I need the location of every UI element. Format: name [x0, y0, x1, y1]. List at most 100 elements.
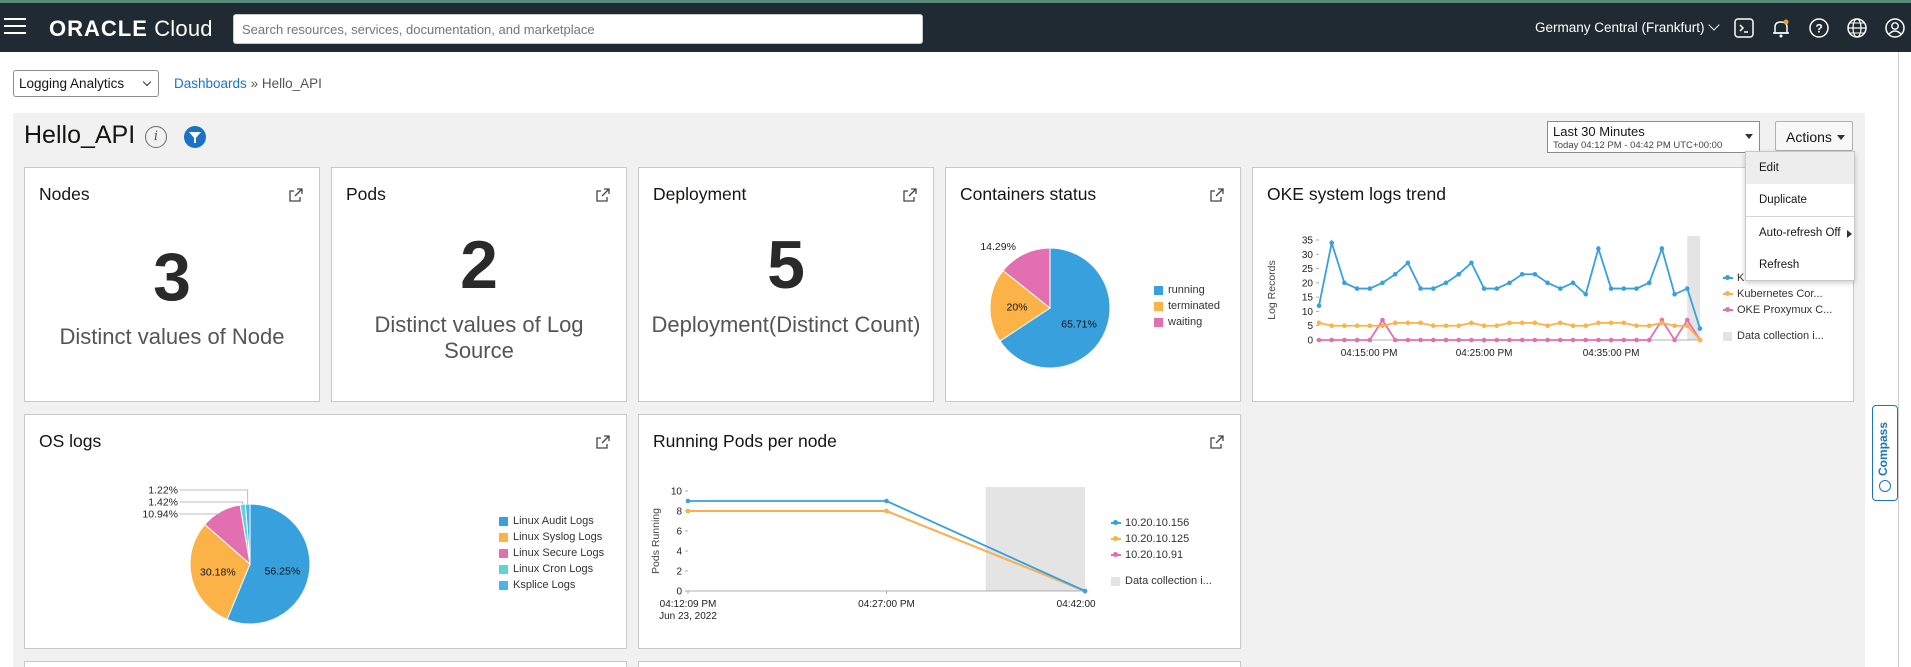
data-point-kubernetes-cor — [1583, 323, 1588, 329]
legend-swatch — [1154, 302, 1163, 311]
menu-item-edit[interactable]: Edit — [1746, 152, 1854, 184]
legend-item-10-20-10-91[interactable]: 10.20.10.91 — [1111, 547, 1212, 563]
legend-label: OKE Proxymux C... — [1737, 304, 1833, 316]
series-line-k — [1318, 239, 1701, 329]
legend-item-10-20-10-156[interactable]: 10.20.10.156 — [1111, 515, 1212, 531]
legend-item-10-20-10-125[interactable]: 10.20.10.125 — [1111, 531, 1212, 547]
popout-icon[interactable] — [596, 435, 610, 449]
cloud-shell-icon[interactable] — [1733, 17, 1755, 39]
legend-item-linux-secure-logs[interactable]: Linux Secure Logs — [499, 545, 604, 561]
y-axis-label: Log Records — [1266, 260, 1278, 320]
menu-item-duplicate[interactable]: Duplicate — [1746, 184, 1854, 216]
service-selector[interactable]: Logging Analytics — [13, 70, 159, 97]
dashboard-title: Hello_API — [24, 121, 136, 149]
widget-title: Nodes — [39, 184, 90, 204]
y-tick-label: 35 — [1302, 236, 1314, 247]
chevron-down-icon — [1707, 19, 1720, 31]
popout-icon[interactable] — [1210, 188, 1224, 202]
legend-item-linux-audit-logs[interactable]: Linux Audit Logs — [499, 513, 604, 529]
pie-value-label: 65.71% — [1061, 319, 1097, 331]
data-point-k — [1558, 286, 1563, 291]
data-point-kubernetes-cor — [1697, 337, 1703, 343]
y-tick-label: 2 — [676, 567, 682, 578]
data-point-kubernetes-cor — [1558, 320, 1563, 326]
widget-pods: Pods 2 Distinct values of Log Source — [331, 167, 627, 402]
data-point-k — [1519, 271, 1525, 277]
data-point-kubernetes-cor — [1672, 323, 1677, 329]
hamburger-menu-icon[interactable] — [4, 18, 26, 36]
legend-swatch — [1723, 307, 1733, 312]
caret-down-icon — [1745, 134, 1753, 139]
data-point-oke-proxymux-c — [1672, 337, 1677, 343]
widget-title: Pods — [346, 184, 386, 204]
oracle-cloud-logo[interactable]: ORACLE Cloud — [49, 16, 213, 42]
data-point-k — [1532, 271, 1538, 277]
data-point-k — [1418, 286, 1423, 291]
legend-label: Data collection i... — [1737, 330, 1824, 342]
global-search-input[interactable] — [233, 14, 923, 44]
pie-value-label: 14.29% — [980, 241, 1016, 253]
legend-swatch — [1723, 275, 1733, 280]
data-point-kubernetes-cor — [1431, 323, 1436, 329]
x-tick-label: 04:25:00 PM — [1456, 348, 1513, 358]
popout-icon[interactable] — [903, 188, 917, 202]
compass-panel-toggle[interactable]: Compass — [1872, 405, 1898, 501]
popout-icon[interactable] — [596, 188, 610, 202]
region-selector[interactable]: Germany Central (Frankfurt) — [1535, 19, 1720, 35]
data-point-kubernetes-cor — [1380, 323, 1385, 329]
data-point-k — [1697, 326, 1703, 331]
data-point-oke-proxymux-c — [1316, 337, 1322, 343]
legend-swatch — [1111, 536, 1121, 541]
metric-caption: Deployment(Distinct Count) — [651, 312, 921, 337]
y-tick-label: 0 — [676, 587, 682, 598]
os-logs-pie-chart: 56.25% 30.18% 10.94%1.42%1.22% — [142, 485, 311, 625]
help-icon[interactable]: ? — [1808, 17, 1830, 39]
data-point-oke-proxymux-c — [1621, 337, 1627, 343]
top-navigation-bar: ORACLE Cloud Germany Central (Frankfurt)… — [0, 0, 1911, 52]
filter-icon[interactable] — [184, 126, 206, 148]
legend-swatch — [1111, 577, 1120, 586]
legend-item-waiting[interactable]: waiting — [1154, 314, 1220, 330]
user-profile-icon[interactable] — [1884, 17, 1906, 39]
actions-button[interactable]: Actions — [1775, 121, 1853, 151]
legend-item-ksplice-logs[interactable]: Ksplice Logs — [499, 577, 604, 593]
x-tick-label: 04:15:00 PM — [1341, 348, 1398, 358]
time-range-selector[interactable]: Last 30 Minutes Today 04:12 PM - 04:42 P… — [1547, 121, 1760, 153]
info-icon[interactable]: i — [145, 126, 167, 148]
menu-item-refresh[interactable]: Refresh — [1746, 249, 1854, 281]
data-point-k — [1380, 280, 1385, 286]
popout-icon[interactable] — [289, 188, 303, 202]
legend-item-linux-cron-logs[interactable]: Linux Cron Logs — [499, 561, 604, 577]
pie-leader-line — [180, 511, 222, 515]
legend-item-oke-proxymux-c[interactable]: OKE Proxymux C... — [1723, 302, 1832, 318]
data-point-oke-proxymux-c — [1558, 337, 1563, 343]
y-tick-label: 15 — [1302, 293, 1314, 304]
legend-item-kubernetes-cor[interactable]: Kubernetes Cor... — [1723, 286, 1832, 302]
y-tick-label: 20 — [1302, 278, 1314, 289]
notification-bell-icon[interactable] — [1770, 17, 1792, 39]
data-point-oke-proxymux-c — [1456, 337, 1461, 343]
legend-swatch — [1154, 318, 1163, 327]
widget-partial — [638, 661, 1241, 667]
data-point-kubernetes-cor — [1316, 320, 1322, 326]
legend-item-linux-syslog-logs[interactable]: Linux Syslog Logs — [499, 529, 604, 545]
popout-icon[interactable] — [1210, 435, 1224, 449]
data-point-k — [1443, 280, 1449, 286]
menu-item-auto-refresh[interactable]: Auto-refresh Off — [1746, 217, 1854, 249]
data-point-oke-proxymux-c — [1380, 317, 1385, 323]
data-point-kubernetes-cor — [1469, 320, 1474, 326]
oke-legend: K Kubernetes Cor... OKE Proxymux C... Data … — [1723, 270, 1832, 344]
data-point-oke-proxymux-c — [1583, 337, 1588, 343]
breadcrumb-dashboards-link[interactable]: Dashboards — [174, 76, 247, 91]
y-tick-label: 4 — [676, 547, 682, 558]
legend-label: Linux Cron Logs — [513, 563, 594, 575]
data-point-k — [1481, 286, 1487, 291]
svg-text:?: ? — [1816, 22, 1823, 36]
legend-item-running[interactable]: running — [1154, 282, 1220, 298]
legend-swatch — [1723, 291, 1733, 296]
data-point-k — [1646, 280, 1652, 286]
legend-item-terminated[interactable]: terminated — [1154, 298, 1220, 314]
legend-swatch — [499, 517, 508, 526]
language-globe-icon[interactable] — [1846, 17, 1868, 39]
data-collection-region — [985, 487, 1085, 591]
